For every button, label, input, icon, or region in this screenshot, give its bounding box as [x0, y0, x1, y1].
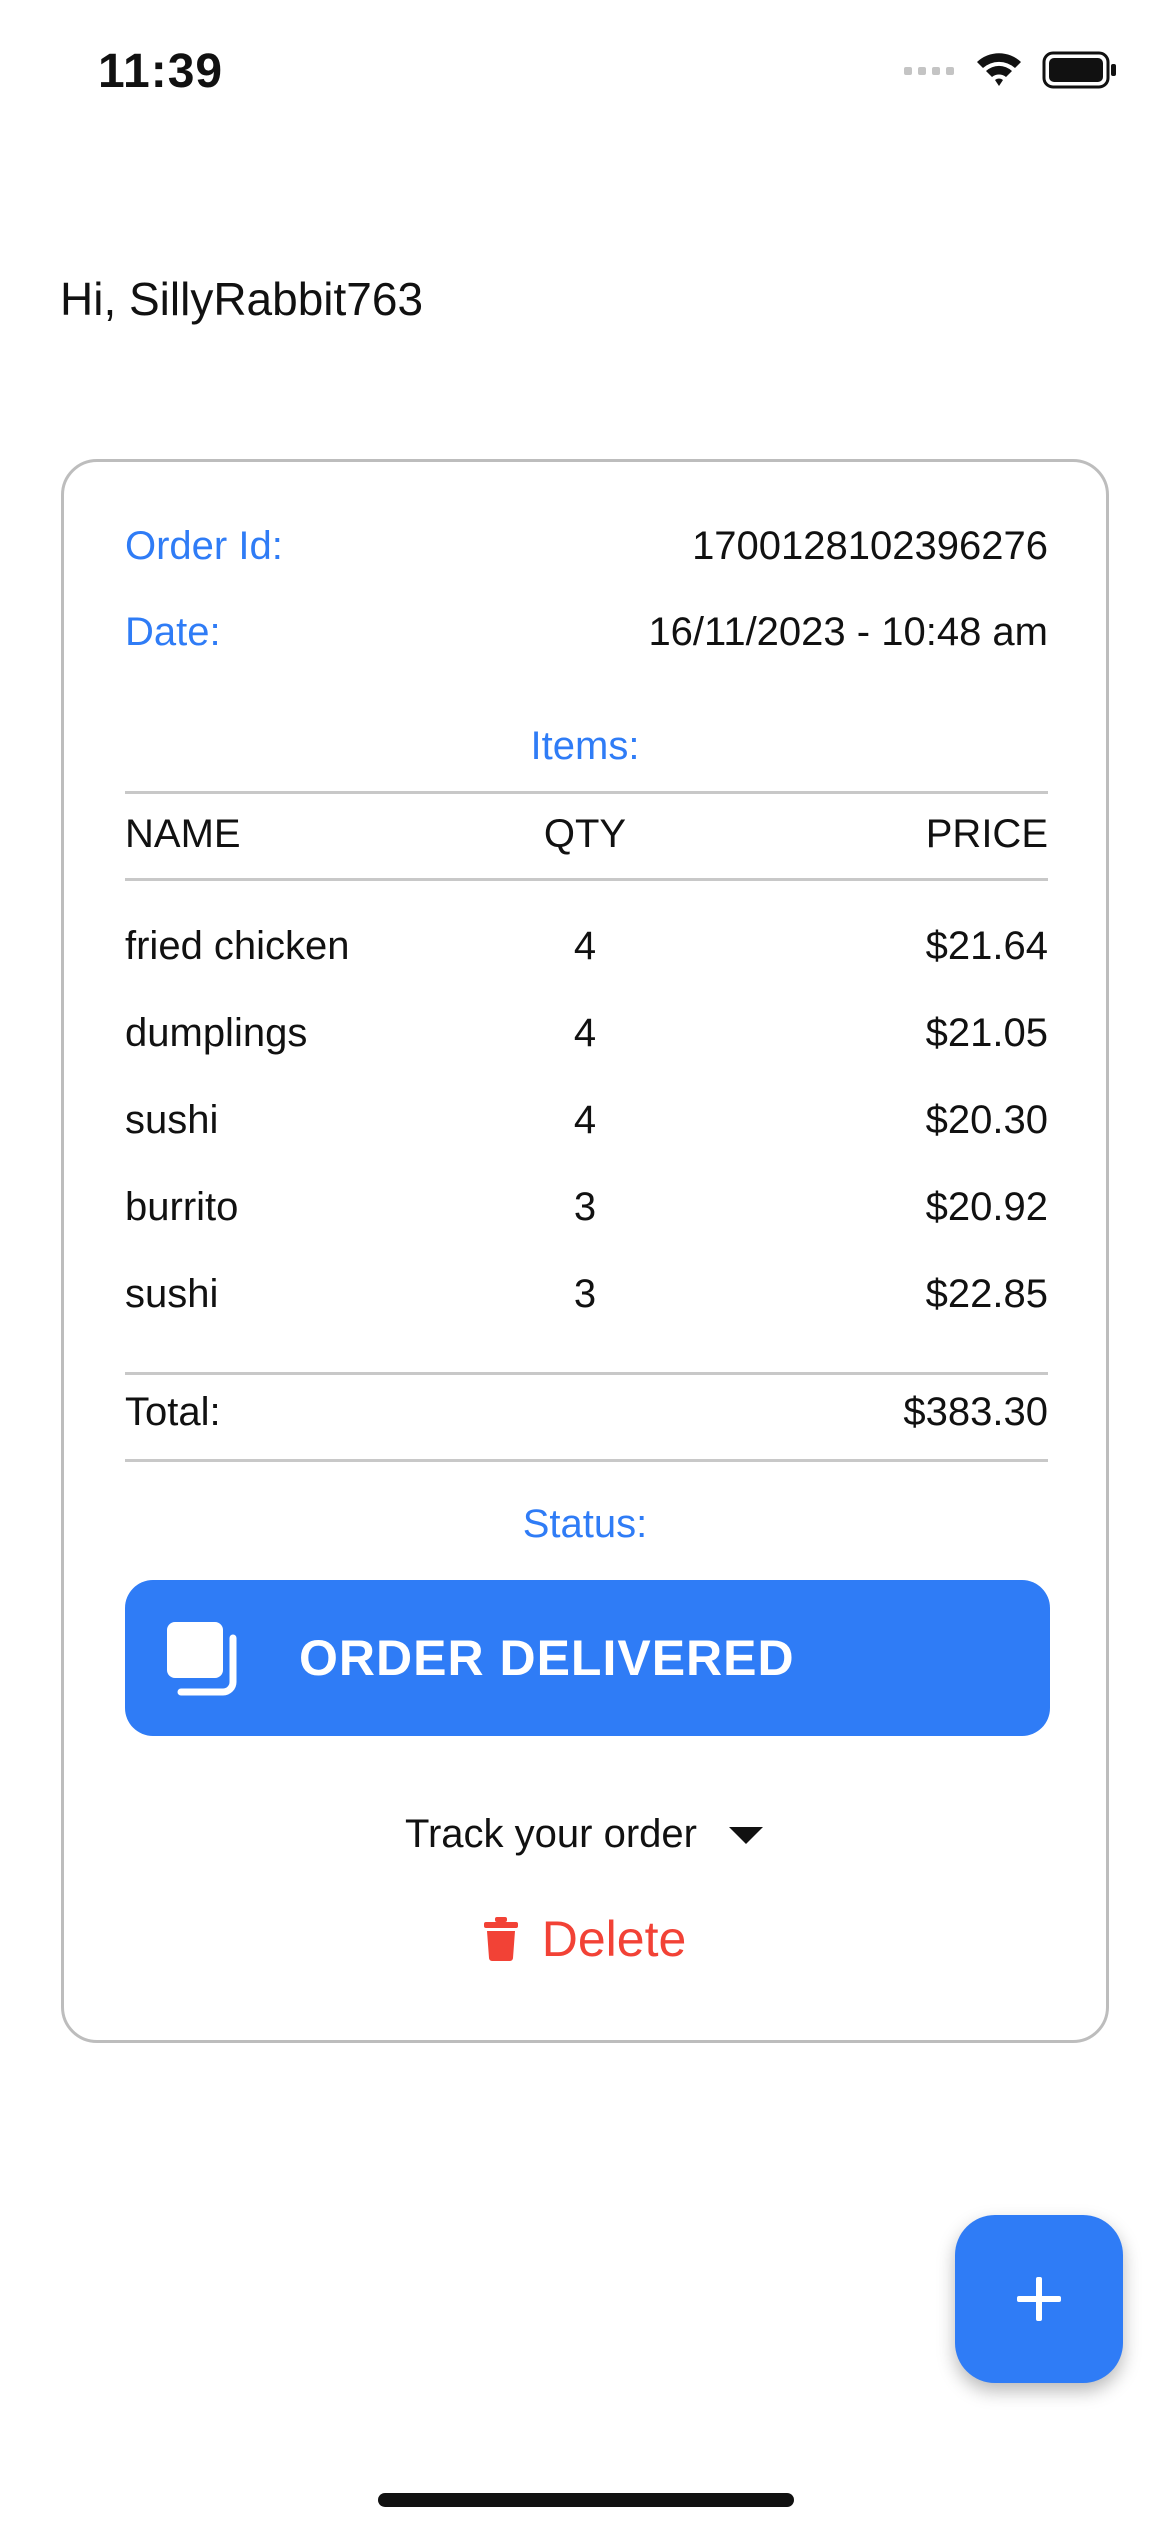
status-icons	[904, 50, 1118, 95]
order-id-label: Order Id:	[125, 524, 283, 568]
order-id-value: 1700128102396276	[692, 524, 1048, 568]
order-status-label: ORDER DELIVERED	[299, 1630, 795, 1686]
total-value: $383.30	[903, 1390, 1048, 1434]
item-name: sushi	[125, 1272, 219, 1316]
delete-button[interactable]: Delete	[64, 1910, 1106, 1968]
total-label: Total:	[125, 1390, 221, 1434]
table-row: burrito 3 $20.92	[125, 1185, 1048, 1245]
item-name: burrito	[125, 1185, 239, 1229]
order-status-button[interactable]: ORDER DELIVERED	[125, 1580, 1050, 1736]
copy-icon	[163, 1618, 243, 1698]
item-qty: 4	[573, 1011, 597, 1055]
plus-icon	[1015, 2275, 1063, 2323]
battery-icon	[1042, 51, 1118, 94]
item-name: sushi	[125, 1098, 219, 1142]
divider	[125, 878, 1048, 881]
item-name: dumplings	[125, 1011, 308, 1055]
column-header-qty: QTY	[543, 812, 627, 856]
delete-label: Delete	[541, 1911, 687, 1967]
item-name: fried chicken	[125, 924, 350, 968]
item-price: $20.30	[925, 1098, 1048, 1142]
column-header-name: NAME	[125, 812, 241, 856]
item-qty: 4	[573, 924, 597, 968]
table-row: sushi 4 $20.30	[125, 1098, 1048, 1158]
table-header: NAME QTY PRICE	[125, 812, 1048, 872]
divider	[125, 1459, 1048, 1462]
status-title: Status:	[522, 1502, 648, 1546]
divider	[125, 791, 1048, 794]
item-price: $21.64	[925, 924, 1048, 968]
item-qty: 3	[573, 1272, 597, 1316]
order-date-value: 16/11/2023 - 10:48 am	[648, 610, 1048, 654]
divider	[125, 1372, 1048, 1375]
home-indicator[interactable]	[378, 2493, 794, 2507]
table-row: sushi 3 $22.85	[125, 1272, 1048, 1332]
track-order-toggle[interactable]: Track your order	[64, 1812, 1106, 1857]
order-id-row: Order Id: 1700128102396276	[125, 524, 1048, 569]
status-time: 11:39	[98, 45, 224, 98]
column-header-price: PRICE	[925, 812, 1048, 856]
trash-icon	[483, 1917, 518, 1961]
signal-icon	[904, 60, 956, 85]
add-order-button[interactable]	[955, 2215, 1123, 2383]
order-card: Order Id: 1700128102396276 Date: 16/11/2…	[61, 459, 1109, 2043]
status-bar: 11:39	[0, 0, 1170, 150]
table-row: dumplings 4 $21.05	[125, 1011, 1048, 1071]
greeting-text: Hi, SillyRabbit763	[60, 273, 424, 325]
wifi-icon	[974, 50, 1024, 95]
caret-down-icon	[727, 1825, 765, 1845]
track-order-label: Track your order	[405, 1812, 697, 1856]
order-date-label: Date:	[125, 610, 221, 654]
item-qty: 3	[573, 1185, 597, 1229]
table-row: fried chicken 4 $21.64	[125, 924, 1048, 984]
item-qty: 4	[573, 1098, 597, 1142]
item-price: $22.85	[925, 1272, 1048, 1316]
total-row: Total: $383.30	[125, 1390, 1048, 1450]
item-price: $21.05	[925, 1011, 1048, 1055]
order-date-row: Date: 16/11/2023 - 10:48 am	[125, 610, 1048, 655]
item-price: $20.92	[925, 1185, 1048, 1229]
items-title: Items:	[530, 724, 640, 768]
